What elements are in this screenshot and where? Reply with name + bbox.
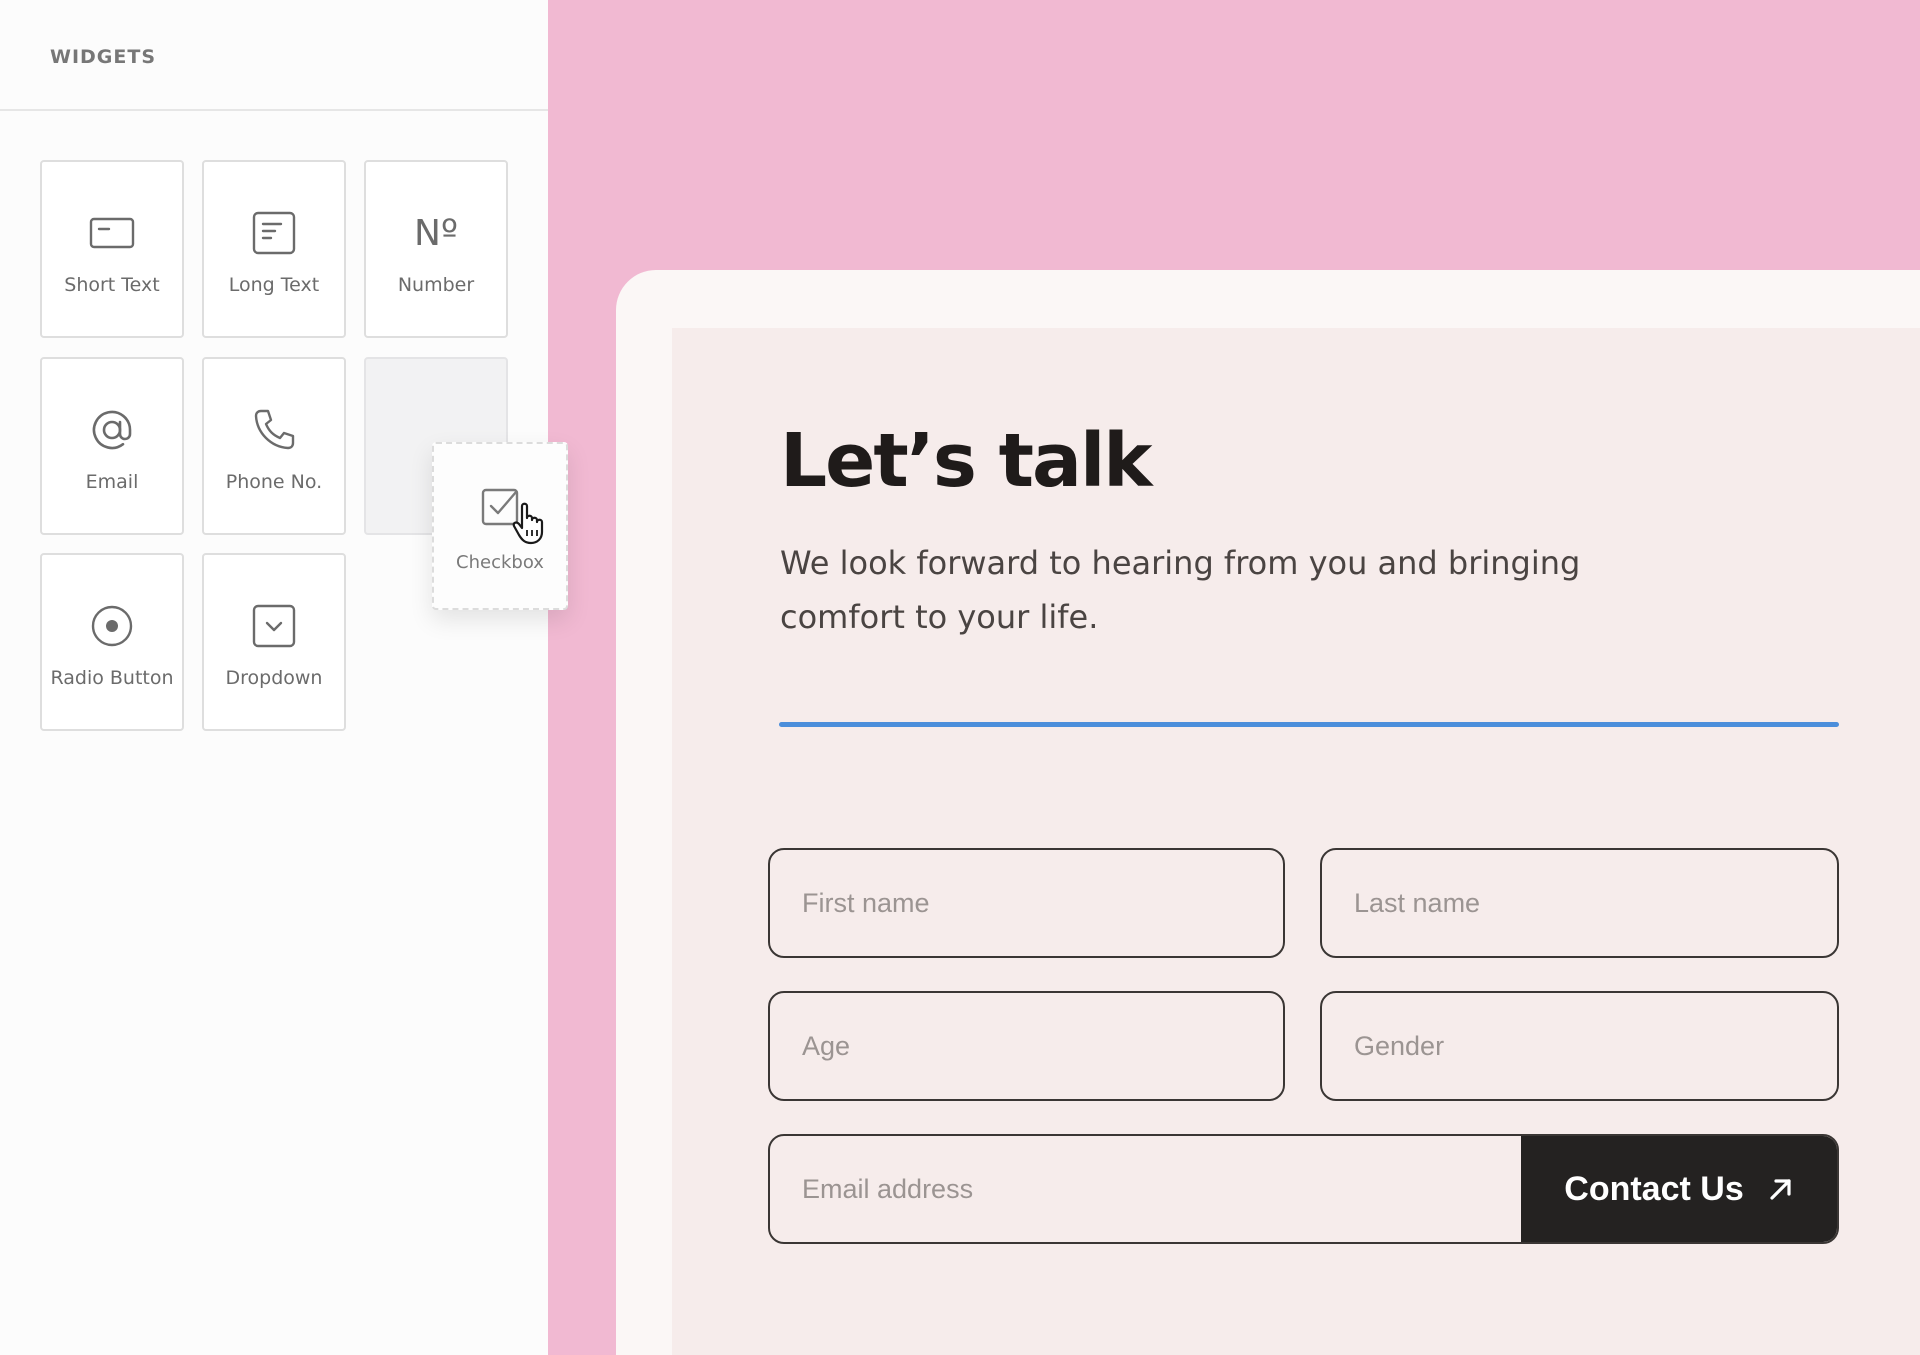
hand-cursor-icon — [510, 500, 550, 546]
email-row: Contact Us — [768, 1134, 1839, 1244]
last-name-input[interactable] — [1320, 848, 1839, 958]
email-input[interactable] — [770, 1136, 1521, 1242]
widget-radio-button[interactable]: Radio Button — [40, 553, 184, 731]
widget-email[interactable]: Email — [40, 357, 184, 535]
arrow-up-right-icon — [1768, 1176, 1794, 1202]
sidebar-header: WIDGETS — [0, 0, 548, 111]
short-text-icon — [85, 206, 139, 260]
form-subtitle: We look forward to hearing from you and … — [780, 544, 1581, 636]
widget-long-text[interactable]: Long Text — [202, 160, 346, 338]
widget-label: Checkbox — [456, 552, 544, 573]
widget-label: Short Text — [64, 274, 160, 296]
widget-short-text[interactable]: Short Text — [40, 160, 184, 338]
contact-us-label: Contact Us — [1564, 1169, 1744, 1208]
widget-label: Dropdown — [225, 667, 323, 689]
first-name-input[interactable] — [768, 848, 1285, 958]
widget-number[interactable]: Nº Number — [364, 160, 508, 338]
at-sign-icon — [85, 403, 139, 457]
dropdown-icon — [247, 599, 301, 653]
phone-icon — [247, 403, 301, 457]
sidebar-title: WIDGETS — [50, 46, 157, 68]
widget-label: Long Text — [228, 274, 320, 296]
age-input[interactable] — [768, 991, 1285, 1101]
radio-icon — [85, 599, 139, 653]
widget-label: Email — [85, 471, 139, 493]
widget-label: Radio Button — [50, 667, 174, 689]
canvas-background — [548, 0, 1920, 270]
widget-label: Number — [397, 274, 475, 296]
form-title: Let’s talk — [780, 418, 1153, 504]
widget-label: Phone No. — [225, 471, 323, 493]
widget-phone[interactable]: Phone No. — [202, 357, 346, 535]
long-text-icon — [247, 206, 301, 260]
form-divider — [779, 722, 1839, 727]
widgets-sidebar: WIDGETS Short Text Long Text Nº Number E… — [0, 0, 548, 1355]
widget-dropdown[interactable]: Dropdown — [202, 553, 346, 731]
number-icon: Nº — [414, 212, 458, 254]
contact-us-button[interactable]: Contact Us — [1521, 1136, 1837, 1242]
gender-input[interactable] — [1320, 991, 1839, 1101]
